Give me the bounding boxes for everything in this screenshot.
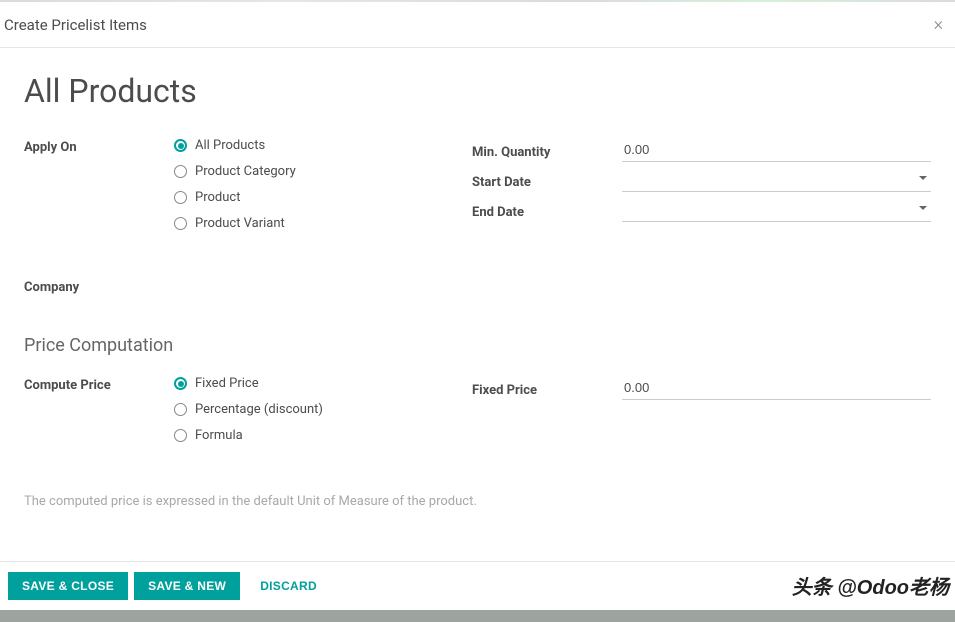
radio-label: All Products xyxy=(195,138,265,153)
company-label: Company xyxy=(24,278,174,295)
radio-product-category[interactable]: Product Category xyxy=(174,164,472,179)
radio-icon xyxy=(174,165,187,178)
top-stripe xyxy=(0,0,955,2)
discard-button[interactable]: DISCARD xyxy=(246,572,331,600)
form-row-company: Company xyxy=(24,278,931,303)
end-date-input[interactable] xyxy=(622,198,931,222)
bottom-stripe xyxy=(0,610,955,622)
apply-on-radios: All Products Product Category Product Pr… xyxy=(174,138,472,242)
fixed-price-label: Fixed Price xyxy=(472,379,622,398)
form-row-2: Compute Price Fixed Price Percentage (di… xyxy=(24,376,931,462)
radio-all-products[interactable]: All Products xyxy=(174,138,472,153)
close-icon[interactable]: × xyxy=(926,14,951,35)
radio-formula[interactable]: Formula xyxy=(174,428,472,443)
radio-label: Percentage (discount) xyxy=(195,402,323,417)
save-new-button[interactable]: SAVE & NEW xyxy=(134,572,240,600)
radio-icon xyxy=(174,217,187,230)
end-date-label: End Date xyxy=(472,201,622,220)
page-title: All Products xyxy=(24,72,931,110)
radio-product[interactable]: Product xyxy=(174,190,472,205)
form-row-1: Apply On All Products Product Category P… xyxy=(24,138,931,250)
watermark-text: 头条 @Odoo老杨 xyxy=(792,571,949,600)
radio-icon xyxy=(174,377,187,390)
start-date-input[interactable] xyxy=(622,168,931,192)
hint-text: The computed price is expressed in the d… xyxy=(24,494,931,509)
save-close-button[interactable]: SAVE & CLOSE xyxy=(8,572,128,600)
compute-price-radios: Fixed Price Percentage (discount) Formul… xyxy=(174,376,472,454)
radio-label: Product Variant xyxy=(195,216,285,231)
radio-icon xyxy=(174,139,187,152)
radio-label: Formula xyxy=(195,428,243,443)
apply-on-label: Apply On xyxy=(24,138,174,155)
start-date-label: Start Date xyxy=(472,171,622,190)
fixed-price-input[interactable] xyxy=(622,376,931,400)
min-qty-input[interactable] xyxy=(622,138,931,162)
radio-icon xyxy=(174,429,187,442)
radio-percentage[interactable]: Percentage (discount) xyxy=(174,402,472,417)
radio-label: Fixed Price xyxy=(195,376,259,391)
radio-icon xyxy=(174,403,187,416)
chevron-down-icon xyxy=(919,176,927,180)
modal-title: Create Pricelist Items xyxy=(4,16,147,34)
radio-label: Product Category xyxy=(195,164,296,179)
radio-fixed-price[interactable]: Fixed Price xyxy=(174,376,472,391)
modal-body: All Products Apply On All Products Produ… xyxy=(0,48,955,533)
modal-header: Create Pricelist Items × xyxy=(0,2,955,48)
chevron-down-icon xyxy=(919,206,927,210)
radio-product-variant[interactable]: Product Variant xyxy=(174,216,472,231)
radio-label: Product xyxy=(195,190,240,205)
compute-price-label: Compute Price xyxy=(24,376,174,393)
min-qty-label: Min. Quantity xyxy=(472,141,622,160)
radio-icon xyxy=(174,191,187,204)
section-price-computation: Price Computation xyxy=(24,335,931,356)
